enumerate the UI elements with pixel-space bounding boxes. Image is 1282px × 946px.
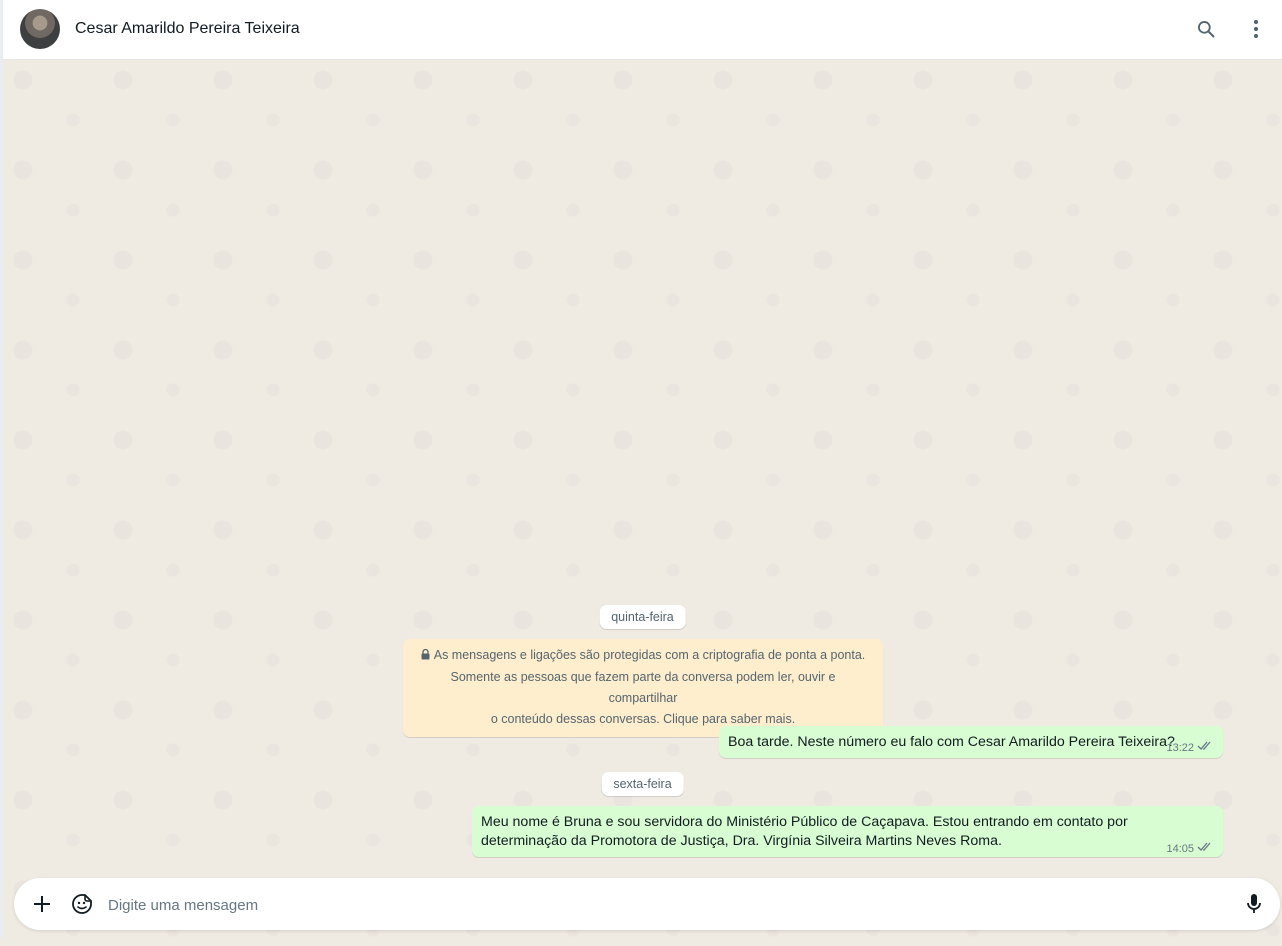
date-divider-friday: sexta-feira <box>601 772 684 796</box>
plus-icon[interactable] <box>29 891 55 917</box>
bottom-strip <box>0 938 1282 946</box>
message-time: 13:22 <box>1166 742 1194 754</box>
message-composer <box>14 878 1280 930</box>
message-meta: 14:05 <box>1166 840 1213 859</box>
message-text: Meu nome é Bruna e sou servidora do Mini… <box>481 814 1128 849</box>
microphone-icon[interactable] <box>1241 891 1267 917</box>
encryption-notice[interactable]: As mensagens e ligações são protegidas c… <box>403 639 883 737</box>
date-divider-thursday: quinta-feira <box>599 605 686 629</box>
outgoing-message[interactable]: Boa tarde. Neste número eu falo com Cesa… <box>719 726 1223 758</box>
message-meta: 13:22 <box>1166 739 1213 758</box>
more-vertical-icon[interactable] <box>1243 16 1269 42</box>
message-text: Boa tarde. Neste número eu falo com Cesa… <box>728 734 1175 750</box>
chat-header: Cesar Amarildo Pereira Teixeira <box>3 0 1282 60</box>
search-icon[interactable] <box>1193 16 1219 42</box>
sticker-icon[interactable] <box>69 891 95 917</box>
message-input[interactable] <box>106 891 1220 919</box>
message-time: 14:05 <box>1166 843 1194 855</box>
outgoing-message[interactable]: Meu nome é Bruna e sou servidora do Mini… <box>472 806 1223 857</box>
double-check-icon <box>1197 840 1213 859</box>
lock-icon <box>421 646 430 667</box>
double-check-icon <box>1197 739 1213 758</box>
chat-panel[interactable]: quinta-feira As mensagens e ligações são… <box>3 60 1282 938</box>
contact-name[interactable]: Cesar Amarildo Pereira Teixeira <box>75 20 300 38</box>
notice-line-1: As mensagens e ligações são protegidas c… <box>433 648 866 662</box>
notice-line-2: Somente as pessoas que fazem parte da co… <box>450 670 836 705</box>
contact-avatar[interactable] <box>20 9 60 49</box>
